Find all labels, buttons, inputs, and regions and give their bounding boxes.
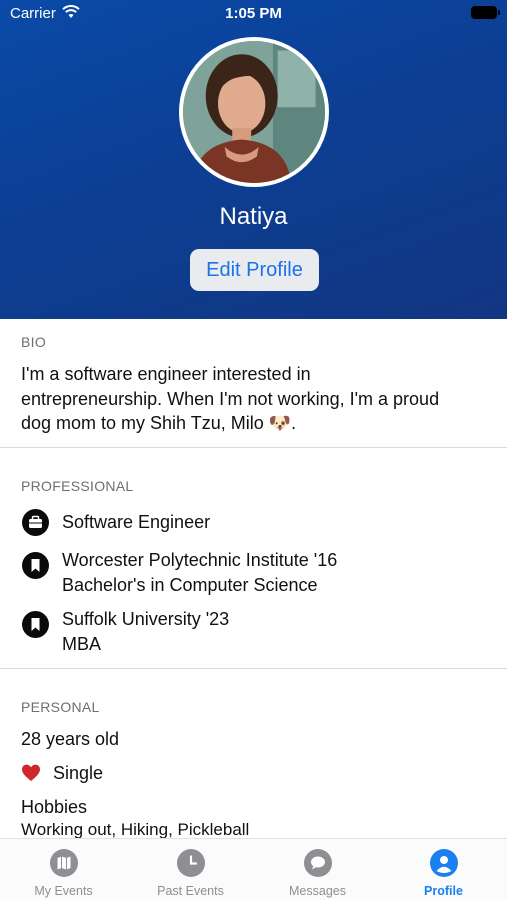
divider [0,668,507,669]
avatar[interactable] [179,37,329,187]
person-icon [429,849,458,877]
personal-section-label: PERSONAL [21,699,100,715]
clock-icon [176,849,205,877]
school-name: Suffolk University '23 [62,609,230,629]
school-name: Worcester Polytechnic Institute '16 [62,550,338,570]
tab-label: Messages [289,884,346,898]
hobbies-value: Working out, Hiking, Pickleball [21,820,250,839]
tab-label: Profile [424,884,463,898]
tab-label: Past Events [157,884,224,898]
tab-label: My Events [34,884,93,898]
bio-line: I'm a software engineer interested in [21,364,311,384]
bookmark-icon [22,552,49,579]
tab-bar: My Events Past Events Messages Profile [0,838,507,900]
avatar-photo [183,41,325,183]
degree: Bachelor's in Computer Science [62,574,318,595]
status-bar: Carrier 1:05 PM [0,0,507,28]
job-title: Software Engineer [62,512,211,532]
status-time: 1:05 PM [225,5,282,22]
edit-profile-button[interactable]: Edit Profile [190,249,319,291]
bio-line: dog mom to my Shih Tzu, Milo 🐶. [21,413,297,433]
degree: MBA [62,633,102,654]
profile-name: Natiya [219,203,288,230]
bookmark-icon [22,611,49,638]
battery-icon [471,6,500,19]
tab-past-events[interactable]: Past Events [127,839,254,900]
bio-line: entrepreneurship. When I'm not working, … [21,388,440,409]
tab-messages[interactable]: Messages [254,839,381,900]
tab-my-events[interactable]: My Events [0,839,127,900]
hobbies-label: Hobbies [21,797,88,817]
tab-profile[interactable]: Profile [380,839,507,900]
heart-icon [22,764,40,781]
professional-item-education: Worcester Polytechnic Institute '16 Bach… [62,548,337,597]
professional-item-job: Software Engineer [62,510,210,535]
professional-item-education: Suffolk University '23 MBA [62,607,229,656]
map-icon [49,849,78,877]
briefcase-icon [22,509,49,536]
divider [0,447,507,448]
bio-section-label: BIO [21,334,47,350]
professional-section-label: PROFESSIONAL [21,478,134,494]
relationship-status: Single [53,763,104,783]
bio-text: I'm a software engineer interested in en… [21,362,481,436]
age-text: 28 years old [21,729,120,749]
chat-bubble-icon [303,849,332,877]
